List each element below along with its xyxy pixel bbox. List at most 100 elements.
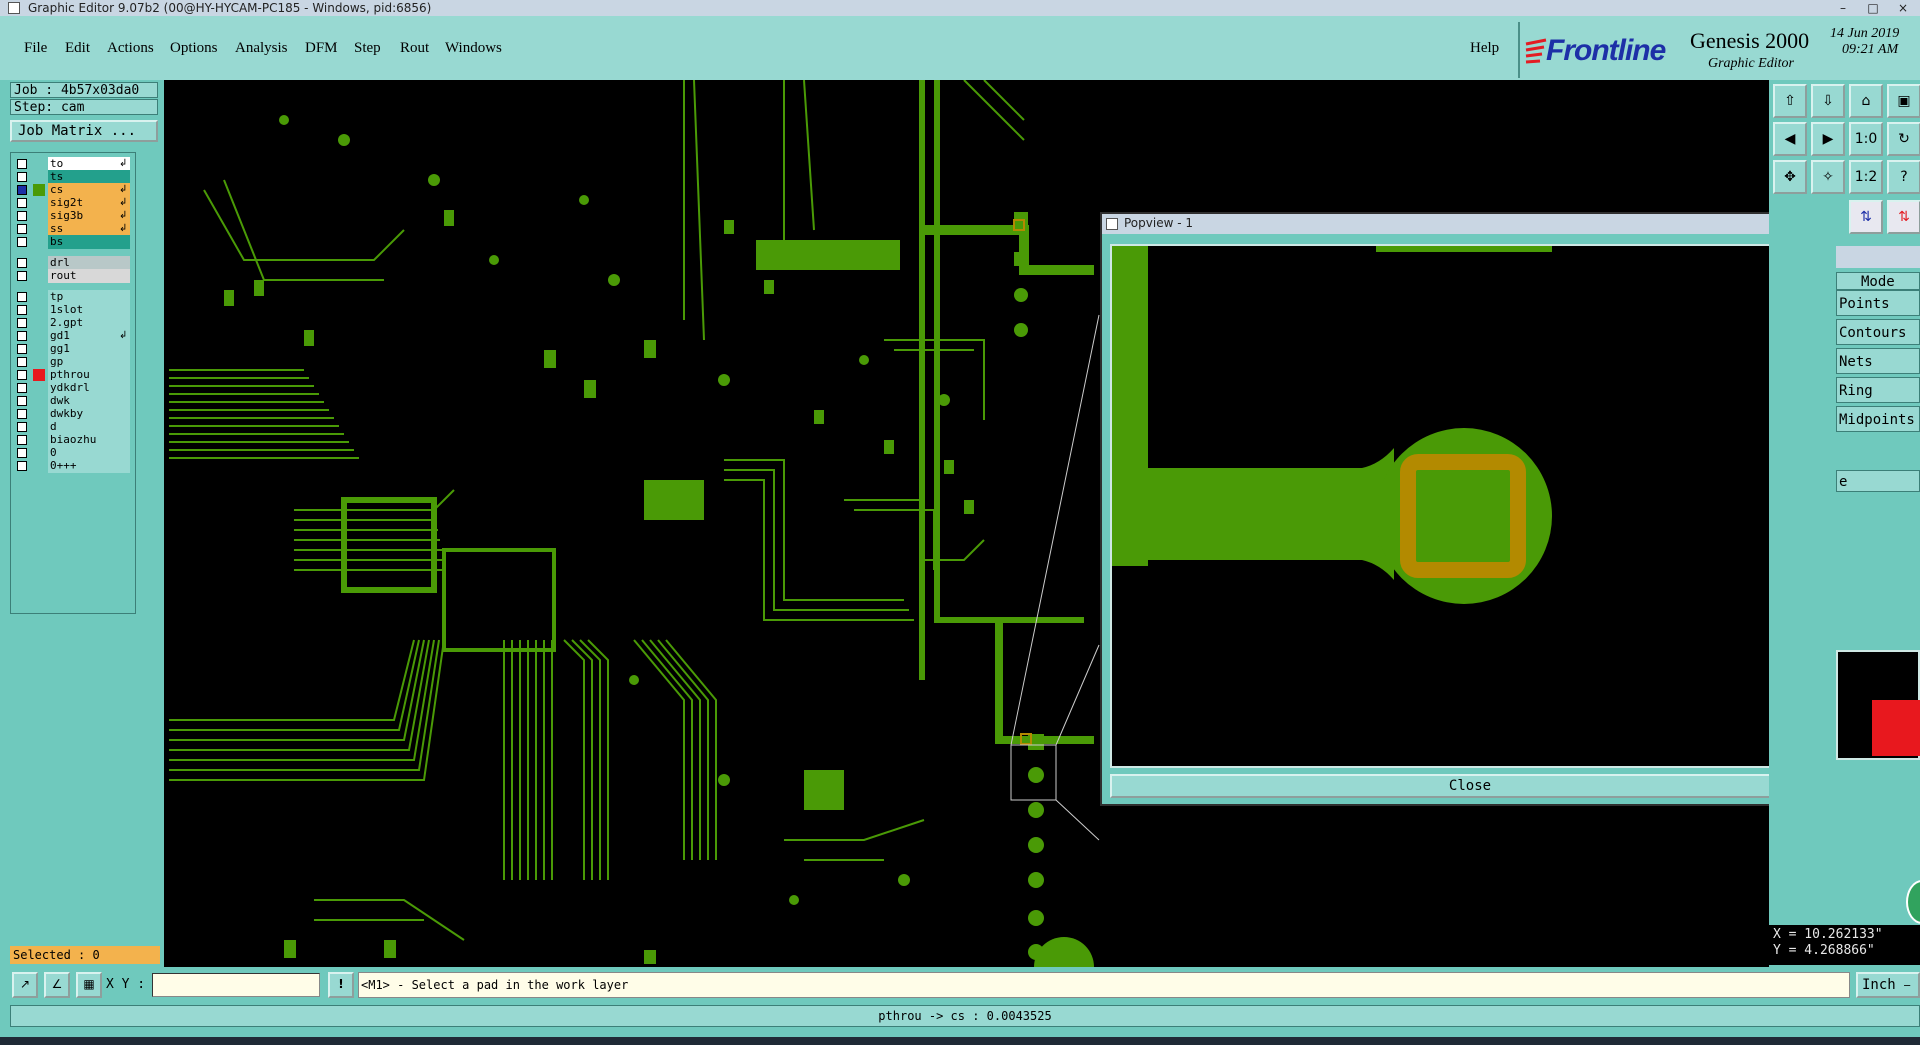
layer-row-gd1[interactable]: gd1 ↲: [11, 329, 133, 343]
menu-analysis[interactable]: Analysis: [235, 40, 288, 57]
menu-file[interactable]: File: [24, 40, 47, 57]
layer-name[interactable]: rout: [48, 269, 130, 283]
layer-name[interactable]: to: [48, 157, 130, 171]
layer-checkbox[interactable]: [17, 461, 27, 471]
layer-name[interactable]: ydkdrl: [48, 381, 130, 395]
alert-icon[interactable]: !: [328, 972, 354, 998]
menu-dfm[interactable]: DFM: [305, 40, 338, 57]
snap-points[interactable]: Points: [1836, 290, 1920, 316]
layer-row-cs[interactable]: cs ↲: [11, 183, 133, 197]
layer-row-ts[interactable]: ts: [11, 170, 133, 184]
layer-row-to[interactable]: to ↲: [11, 157, 133, 171]
help-icon[interactable]: ?: [1887, 160, 1920, 194]
menu-options[interactable]: Options: [170, 40, 218, 57]
layer-name[interactable]: ts: [48, 170, 130, 184]
scale-1-2-icon[interactable]: 1:2: [1849, 160, 1883, 194]
layer-checkbox[interactable]: [17, 357, 27, 367]
measure-icon[interactable]: ✥: [1773, 160, 1807, 194]
fit-icon[interactable]: ▣: [1887, 84, 1920, 118]
layer-row-dwkby[interactable]: dwkby: [11, 407, 133, 421]
layer-checkbox[interactable]: [17, 211, 27, 221]
job-matrix-button[interactable]: Job Matrix ...: [10, 120, 158, 142]
layer-checkbox[interactable]: [17, 331, 27, 341]
menu-help[interactable]: Help: [1470, 40, 1499, 57]
units-dropdown[interactable]: Inch ─: [1856, 972, 1920, 998]
layer-row-sig2t[interactable]: sig2t ↲: [11, 196, 133, 210]
layer-name[interactable]: dwk: [48, 394, 130, 408]
zoom-ratio-icon[interactable]: 1:0: [1849, 122, 1883, 156]
pan-right-icon[interactable]: ▶: [1811, 122, 1845, 156]
menu-windows[interactable]: Windows: [445, 40, 502, 57]
zoom-home-icon[interactable]: ⇧: [1773, 84, 1807, 118]
layer-name[interactable]: 0+++: [48, 459, 130, 473]
layer-row-tp[interactable]: tp: [11, 290, 133, 304]
layer-row-d[interactable]: d: [11, 420, 133, 434]
layer-name[interactable]: gd1: [48, 329, 130, 343]
layer-row-ss[interactable]: ss ↲: [11, 222, 133, 236]
layer-checkbox[interactable]: [17, 224, 27, 234]
layer-row-gp[interactable]: gp: [11, 355, 133, 369]
layer-name[interactable]: ss: [48, 222, 130, 236]
layer-checkbox[interactable]: [17, 271, 27, 281]
layer-name[interactable]: tp: [48, 290, 130, 304]
layer-name[interactable]: cs: [48, 183, 130, 197]
layer-name[interactable]: sig2t: [48, 196, 130, 210]
layer-checkbox[interactable]: [17, 396, 27, 406]
layer-name[interactable]: drl: [48, 256, 130, 270]
layer-row-biaozhu[interactable]: biaozhu: [11, 433, 133, 447]
layer-row-ydkdrl[interactable]: ydkdrl: [11, 381, 133, 395]
layers-icon[interactable]: ⇅: [1887, 200, 1920, 234]
layer-row-dwk[interactable]: dwk: [11, 394, 133, 408]
query-icon[interactable]: ↻: [1887, 122, 1920, 156]
layer-row-bs[interactable]: bs: [11, 235, 133, 249]
minimize-button[interactable]: –: [1830, 0, 1856, 15]
layer-name[interactable]: bs: [48, 235, 130, 249]
maximize-button[interactable]: □: [1860, 0, 1886, 15]
layer-checkbox[interactable]: [17, 172, 27, 182]
close-window-button[interactable]: ×: [1890, 0, 1916, 15]
layer-row-pthrou[interactable]: pthrou: [11, 368, 133, 382]
menu-rout[interactable]: Rout: [400, 40, 429, 57]
snap-ring[interactable]: Ring: [1836, 377, 1920, 403]
layer-checkbox[interactable]: [17, 159, 27, 169]
layer-name[interactable]: dwkby: [48, 407, 130, 421]
xy-input[interactable]: [152, 973, 320, 997]
layer-name[interactable]: 0: [48, 446, 130, 460]
snap-menu-partial-item[interactable]: e: [1836, 470, 1920, 492]
layer-checkbox[interactable]: [17, 198, 27, 208]
layer-name[interactable]: gg1: [48, 342, 130, 356]
popview-close-button[interactable]: Close: [1110, 774, 1830, 798]
layer-name[interactable]: d: [48, 420, 130, 434]
snap-contours[interactable]: Contours: [1836, 319, 1920, 345]
layer-name[interactable]: pthrou: [48, 368, 130, 382]
pan-left-icon[interactable]: ◀: [1773, 122, 1807, 156]
layer-row-1slot[interactable]: 1slot: [11, 303, 133, 317]
layer-checkbox[interactable]: [17, 370, 27, 380]
zoom-out-icon[interactable]: ⌂: [1849, 84, 1883, 118]
snap-nets[interactable]: Nets: [1836, 348, 1920, 374]
menu-actions[interactable]: Actions: [107, 40, 154, 57]
layer-checkbox[interactable]: [17, 237, 27, 247]
layer-name[interactable]: 1slot: [48, 303, 130, 317]
grid-icon[interactable]: ▦: [76, 972, 102, 998]
layer-checkbox[interactable]: [17, 448, 27, 458]
layer-checkbox[interactable]: [17, 292, 27, 302]
layer-checkbox[interactable]: [17, 258, 27, 268]
layer-name[interactable]: 2.gpt: [48, 316, 130, 330]
draw-line-icon[interactable]: ↗: [12, 972, 38, 998]
layer-row-gg1[interactable]: gg1: [11, 342, 133, 356]
layer-row-2.gpt[interactable]: 2.gpt: [11, 316, 133, 330]
menu-step[interactable]: Step: [354, 40, 381, 57]
layer-checkbox[interactable]: [17, 409, 27, 419]
layer-checkbox[interactable]: [17, 435, 27, 445]
snap-icon[interactable]: ⇅: [1849, 200, 1883, 234]
layer-checkbox[interactable]: [17, 318, 27, 328]
layer-row-sig3b[interactable]: sig3b ↲: [11, 209, 133, 223]
layer-row-rout[interactable]: rout: [11, 269, 133, 283]
layer-name[interactable]: gp: [48, 355, 130, 369]
popview-canvas[interactable]: [1110, 244, 1794, 768]
layer-checkbox[interactable]: [17, 344, 27, 354]
snap-midpoints[interactable]: Midpoints: [1836, 406, 1920, 432]
draw-arc-icon[interactable]: ∠: [44, 972, 70, 998]
menu-edit[interactable]: Edit: [65, 40, 90, 57]
